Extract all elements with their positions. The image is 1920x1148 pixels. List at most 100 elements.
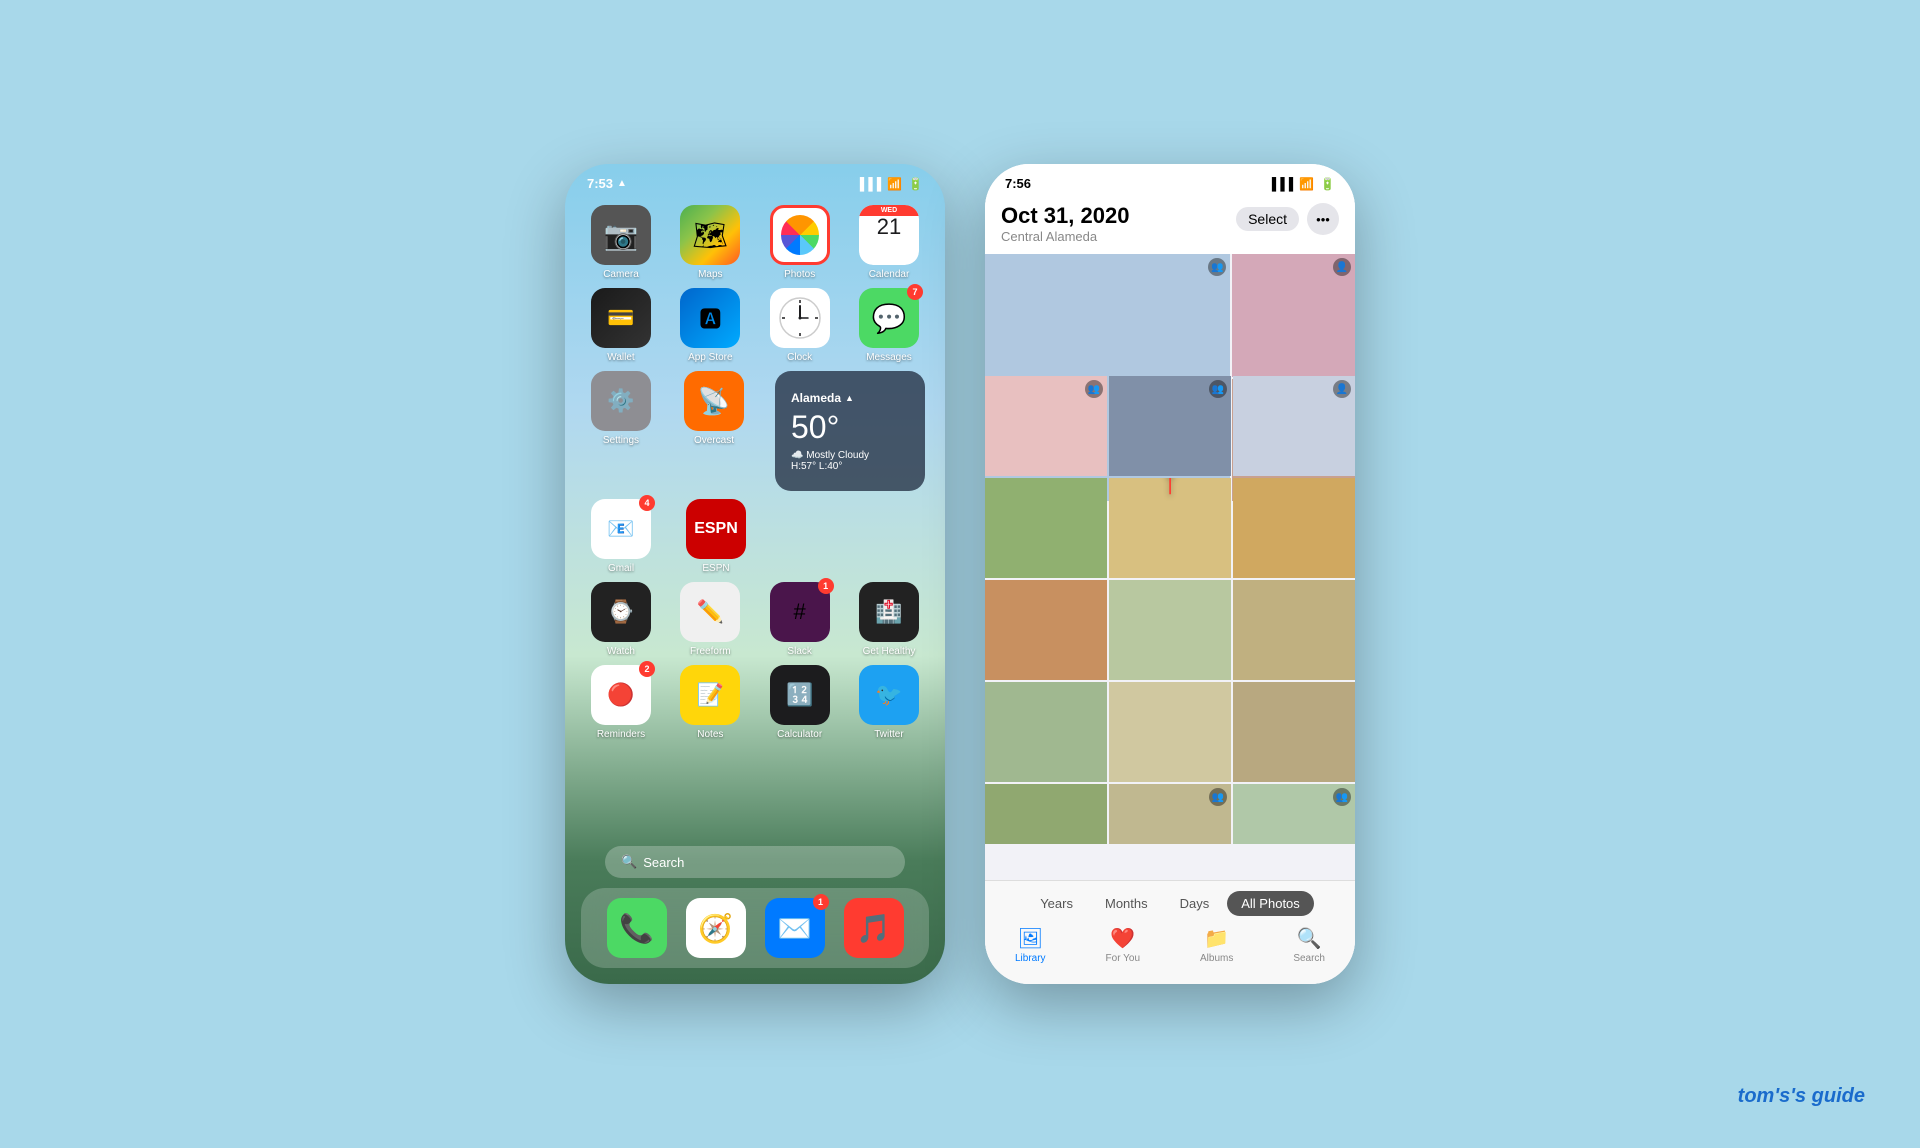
app-row-6: 🔴 2 Reminders 📝 Notes 🔢 Calculator xyxy=(585,665,925,740)
app-gmail[interactable]: 📧 4 Gmail xyxy=(585,499,657,574)
photo-cell-r5-1[interactable] xyxy=(985,682,1107,782)
mail-icon: ✉️ 1 xyxy=(765,898,825,958)
appstore-label: App Store xyxy=(688,352,732,363)
signal-icon-2: ▐▐▐ xyxy=(1268,177,1294,191)
app-settings[interactable]: ⚙️ Settings xyxy=(585,371,657,446)
photo-cell-r6-3[interactable]: 👥 xyxy=(1233,784,1355,844)
weather-widget[interactable]: Alameda ▲ 50° ☁️ Mostly Cloudy H:57° L:4… xyxy=(775,371,925,491)
photo-row-5 xyxy=(985,682,1355,782)
app-messages[interactable]: 💬 7 Messages xyxy=(853,288,925,363)
app-appstore[interactable]: 🅰 App Store xyxy=(674,288,746,363)
albums-icon: 📁 xyxy=(1204,926,1229,951)
tab-years[interactable]: Years xyxy=(1026,891,1087,916)
app-camera[interactable]: 📷 Camera xyxy=(585,205,657,280)
photos-label: Photos xyxy=(784,269,815,280)
app-row-3b: 📧 4 Gmail ESPN ESPN xyxy=(585,499,925,574)
app-espn[interactable]: ESPN ESPN xyxy=(680,499,752,574)
photo-cell-r3-2[interactable]: ↑ xyxy=(1109,478,1231,578)
time-tabs-row: Years Months Days All Photos xyxy=(985,887,1355,922)
photos-date: Oct 31, 2020 xyxy=(1001,203,1129,229)
weather-temperature: 50° xyxy=(791,409,909,446)
app-photos[interactable]: Photos xyxy=(764,205,836,280)
app-reminders[interactable]: 🔴 2 Reminders xyxy=(585,665,657,740)
photo-grid-container: 👥 👤 👤 xyxy=(985,254,1355,880)
settings-label: Settings xyxy=(603,435,639,446)
photo-cell-r3-3[interactable] xyxy=(1233,478,1355,578)
dock-music[interactable]: 🎵 xyxy=(838,898,910,958)
app-overcast[interactable]: 📡 Overcast xyxy=(678,371,750,446)
photo-cell-r4-2[interactable] xyxy=(1109,580,1231,680)
app-row-2: 💳 Wallet 🅰 App Store xyxy=(585,288,925,363)
gmail-label: Gmail xyxy=(608,563,634,574)
tab-all-photos[interactable]: All Photos xyxy=(1227,891,1314,916)
library-icon: 🖼 xyxy=(1018,926,1043,951)
photo-cell-r6-2[interactable]: 👥 xyxy=(1109,784,1231,844)
app-twitter[interactable]: 🐦 Twitter xyxy=(853,665,925,740)
notes-label: Notes xyxy=(697,729,723,740)
gmail-icon: 📧 4 xyxy=(591,499,651,559)
search-bar[interactable]: 🔍 Search xyxy=(605,846,905,878)
home-screen-background: 7:53 ▲ ▐▐▐ 📶 🔋 📷 Camera 🗺 xyxy=(565,164,945,984)
photo-row-4 xyxy=(985,580,1355,680)
photos-header: Oct 31, 2020 Central Alameda Select ••• xyxy=(985,195,1355,254)
person-icon-5: 👥 xyxy=(1209,380,1227,398)
nav-library[interactable]: 🖼 Library xyxy=(1015,926,1046,964)
dock-safari[interactable]: 🧭 xyxy=(680,898,752,958)
clock-icon-container xyxy=(770,288,830,348)
more-options-button[interactable]: ••• xyxy=(1307,203,1339,235)
maps-icon: 🗺 xyxy=(680,205,740,265)
person-icon-8: 👥 xyxy=(1333,788,1351,806)
dock-mail[interactable]: ✉️ 1 xyxy=(759,898,831,958)
photo-cell-r4-1[interactable] xyxy=(985,580,1107,680)
photo-cell-r3-1[interactable] xyxy=(985,478,1107,578)
app-slack[interactable]: # 1 Slack xyxy=(764,582,836,657)
photos-icon xyxy=(770,205,830,265)
person-icon-6: 👤 xyxy=(1333,380,1351,398)
music-icon: 🎵 xyxy=(844,898,904,958)
photo-row-6: 👥 👥 xyxy=(985,784,1355,844)
app-freeform[interactable]: ✏️ Freeform xyxy=(674,582,746,657)
photos-screen: 7:56 ▐▐▐ 📶 🔋 Oct 31, 2020 Central Alamed… xyxy=(985,164,1355,984)
person-icon-7: 👥 xyxy=(1209,788,1227,806)
slack-badge: 1 xyxy=(818,578,834,594)
app-watch[interactable]: ⌚ Watch xyxy=(585,582,657,657)
nav-search[interactable]: 🔍 Search xyxy=(1293,926,1325,964)
nav-albums[interactable]: 📁 Albums xyxy=(1200,926,1233,964)
app-row-1: 📷 Camera 🗺 Maps Photos xyxy=(585,205,925,280)
maps-label: Maps xyxy=(698,269,722,280)
app-wallet[interactable]: 💳 Wallet xyxy=(585,288,657,363)
photo-cell-r6-1[interactable] xyxy=(985,784,1107,844)
wifi-icon-2: 📶 xyxy=(1299,177,1314,191)
photo-cell-r2-3[interactable]: 👤 xyxy=(1233,376,1355,476)
app-calculator[interactable]: 🔢 Calculator xyxy=(764,665,836,740)
photo-cell-r2-2[interactable]: 👥 xyxy=(1109,376,1231,476)
status-bar-1: 7:53 ▲ ▐▐▐ 📶 🔋 xyxy=(565,164,945,195)
dock-phone[interactable]: 📞 xyxy=(601,898,673,958)
tab-days[interactable]: Days xyxy=(1166,891,1224,916)
photo-cell-r5-2[interactable] xyxy=(1109,682,1231,782)
nav-foryou[interactable]: ❤️ For You xyxy=(1106,926,1140,964)
phone-photos-app: 7:56 ▐▐▐ 📶 🔋 Oct 31, 2020 Central Alamed… xyxy=(985,164,1355,984)
photo-cell-tr1[interactable]: 👤 xyxy=(1232,254,1355,377)
gethealthy-label: Get Healthy xyxy=(863,646,916,657)
app-maps[interactable]: 🗺 Maps xyxy=(674,205,746,280)
twitter-label: Twitter xyxy=(874,729,903,740)
overcast-icon: 📡 xyxy=(684,371,744,431)
espn-icon: ESPN xyxy=(686,499,746,559)
photo-cell-r4-3[interactable] xyxy=(1233,580,1355,680)
signal-icon: ▐▐▐ xyxy=(856,177,882,191)
main-container: 7:53 ▲ ▐▐▐ 📶 🔋 📷 Camera 🗺 xyxy=(0,0,1920,1148)
gethealthy-icon: 🏥 xyxy=(859,582,919,642)
battery-icon-2: 🔋 xyxy=(1320,177,1335,191)
app-clock[interactable]: Clock xyxy=(764,288,836,363)
select-button[interactable]: Select xyxy=(1236,207,1299,231)
tab-months[interactable]: Months xyxy=(1091,891,1162,916)
photos-location: Central Alameda xyxy=(1001,229,1129,244)
photo-cell-r5-3[interactable] xyxy=(1233,682,1355,782)
app-calendar[interactable]: WED 21 Calendar xyxy=(853,205,925,280)
photo-cell-r2-1[interactable]: 👥 xyxy=(985,376,1107,476)
notes-icon: 📝 xyxy=(680,665,740,725)
app-notes[interactable]: 📝 Notes xyxy=(674,665,746,740)
photos-time: 7:56 xyxy=(1005,176,1031,191)
app-gethealthy[interactable]: 🏥 Get Healthy xyxy=(853,582,925,657)
